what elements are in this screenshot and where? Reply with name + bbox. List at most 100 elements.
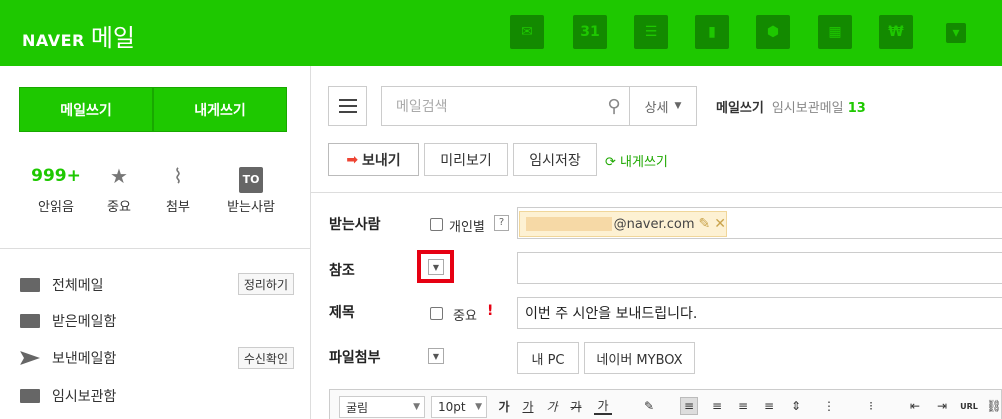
folder-label: 전체메일 (52, 278, 104, 294)
cube-icon[interactable]: ⬢ (756, 15, 790, 49)
breadcrumb-draft-link[interactable]: 임시보관메일 13 (772, 97, 866, 116)
cc-input[interactable] (517, 252, 1002, 284)
url-button[interactable]: URL (960, 397, 978, 415)
align-left-icon[interactable]: ≡ (680, 397, 698, 415)
product-text: 메일 (90, 24, 135, 52)
folder-label: 받은메일함 (52, 314, 117, 330)
menu-line (338, 99, 357, 101)
mail-icon[interactable]: ✉ (510, 15, 544, 49)
individual-checkbox[interactable] (430, 218, 443, 231)
recipient-chip[interactable]: @naver.com ✎ ✕ (519, 211, 727, 237)
write-mail-button[interactable]: 메일쓰기 (19, 87, 153, 132)
important-label: 중요 (453, 309, 477, 324)
to-label: 받는사람 (227, 200, 275, 215)
menu-line (338, 111, 357, 113)
app-header: NAVER 메일 ✉ 31 ☰ ▮ ⬢ ▦ ₩ ▾ (0, 0, 1002, 66)
close-icon[interactable]: ✕ (714, 216, 726, 232)
sidebar-divider (0, 248, 311, 249)
breadcrumb-current: 메일쓰기 (716, 101, 764, 116)
unread-label: 안읽음 (38, 200, 74, 215)
subject-label: 제목 (329, 305, 355, 321)
folder-all[interactable]: 전체메일 (20, 273, 104, 297)
bold-button[interactable]: 가 (495, 397, 513, 415)
caret-down-icon: ▼ (413, 402, 420, 412)
search-icon[interactable]: ⚲ (599, 96, 629, 117)
folder-label: 보낸메일함 (52, 351, 117, 367)
folder-label: 임시보관함 (52, 389, 117, 405)
indent-icon[interactable]: ⇥ (933, 397, 951, 415)
individual-label: 개인별 (449, 220, 485, 235)
important-checkbox[interactable] (430, 307, 443, 320)
line-height-icon[interactable]: ⇕ (787, 397, 805, 415)
folder-inbox[interactable]: 받은메일함 (20, 309, 116, 333)
quick-unread[interactable]: 999+ 안읽음 (21, 164, 91, 215)
hamburger-menu-button[interactable] (328, 86, 367, 126)
calendar-day: 31 (580, 24, 600, 40)
link-icon[interactable]: ⛓ (985, 397, 1002, 415)
attach-label: 첨부 (166, 200, 190, 215)
align-center-icon[interactable]: ≡ (708, 397, 726, 415)
mybox-button[interactable]: 네이버 MYBOX (584, 342, 695, 374)
underline-button[interactable]: 가 (519, 397, 537, 415)
save-draft-button[interactable]: 임시저장 (513, 143, 597, 176)
outdent-icon[interactable]: ⇤ (906, 397, 924, 415)
to-badge-icon: TO (238, 167, 264, 193)
list-icon[interactable]: ☰ (634, 15, 668, 49)
calendar-icon[interactable]: 31 (573, 15, 607, 49)
font-value: 굴림 (346, 400, 369, 415)
compose-divider (311, 192, 1002, 193)
detail-search-button[interactable]: 상세 ▼ (629, 86, 697, 126)
strike-button[interactable]: 가 (567, 397, 585, 415)
detail-label: 상세 (644, 100, 669, 116)
size-select[interactable]: 10pt ▼ (431, 396, 487, 418)
size-value: 10pt (438, 400, 466, 414)
highlight-icon[interactable]: ✎ (640, 397, 658, 415)
home-pay-icon[interactable]: ₩ (879, 15, 913, 49)
sidebar: 메일쓰기 내게쓰기 999+ 안읽음 ★ 중요 ⌇ 첨부 TO 받는사람 전체메… (0, 66, 311, 419)
more-icon[interactable]: ▾ (946, 23, 966, 43)
search-input[interactable]: 메일검색 (396, 96, 599, 116)
align-justify-icon[interactable]: ≡ (760, 397, 778, 415)
arrow-right-icon: ➡ (346, 151, 359, 168)
bullet-list-icon[interactable]: ⁝ (862, 397, 880, 415)
brand-text: NAVER (22, 31, 85, 50)
attach-expand-dropdown[interactable]: ▼ (428, 348, 444, 364)
note-icon[interactable]: ▦ (818, 15, 852, 49)
font-select[interactable]: 굴림 ▼ (339, 396, 425, 418)
send-icon (20, 351, 40, 365)
folder-sent[interactable]: 보낸메일함 (20, 346, 116, 370)
italic-button[interactable]: 가 (543, 397, 561, 415)
envelope-icon (20, 278, 40, 292)
write-self-button[interactable]: 내게쓰기 (153, 87, 287, 132)
caret-down-icon: ▼ (475, 402, 482, 412)
attach-label: 파일첨부 (329, 350, 381, 366)
edit-icon[interactable]: ✎ (699, 216, 711, 232)
quick-attach[interactable]: ⌇ 첨부 (143, 164, 213, 215)
help-icon[interactable]: ? (494, 215, 509, 231)
contacts-icon[interactable]: ▮ (695, 15, 729, 49)
paperclip-icon: ⌇ (173, 164, 183, 188)
to-label: 받는사람 (329, 217, 381, 233)
folder-icon (20, 389, 40, 403)
font-color-button[interactable]: 가 (594, 397, 612, 415)
subject-input[interactable]: 이번 주 시안을 보내드립니다. (517, 297, 1002, 329)
naver-mail-logo[interactable]: NAVER 메일 (22, 18, 135, 53)
draft-count: 13 (847, 101, 866, 116)
quick-to[interactable]: TO 받는사람 (216, 164, 286, 215)
my-pc-button[interactable]: 내 PC (517, 342, 579, 374)
self-mail-link[interactable]: ⟳ 내게쓰기 (605, 151, 668, 170)
folder-drafts[interactable]: 임시보관함 (20, 384, 116, 408)
read-receipt-button[interactable]: 수신확인 (237, 347, 294, 369)
search-box[interactable]: 메일검색 ⚲ (381, 86, 629, 126)
highlight-box (417, 250, 454, 283)
send-button[interactable]: ➡ 보내기 (328, 143, 419, 176)
organize-button[interactable]: 정리하기 (237, 273, 294, 295)
unread-count: 999+ (31, 166, 81, 186)
numbered-list-icon[interactable]: ⋮ (820, 397, 838, 415)
send-label: 보내기 (362, 152, 401, 169)
redacted-name (526, 217, 612, 231)
preview-button[interactable]: 미리보기 (424, 143, 508, 176)
breadcrumb: 메일쓰기 임시보관메일 13 (716, 97, 866, 116)
align-right-icon[interactable]: ≡ (734, 397, 752, 415)
pay-symbol: ₩ (888, 24, 904, 40)
